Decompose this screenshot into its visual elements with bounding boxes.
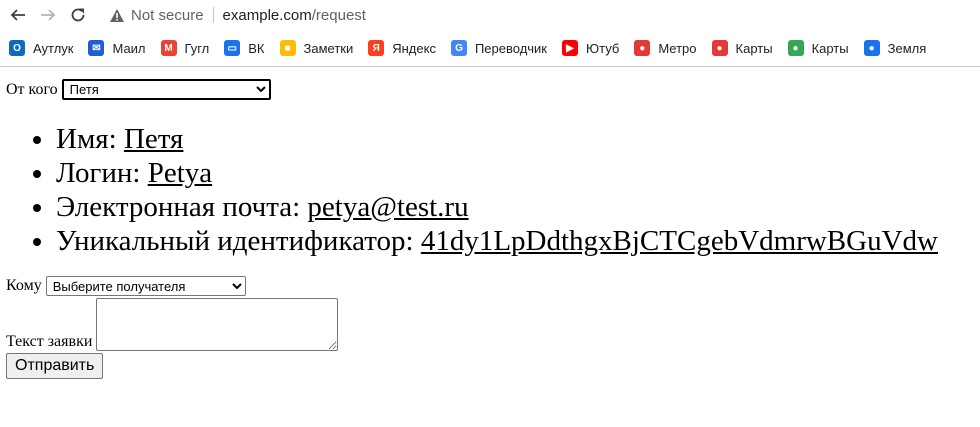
bookmark-label: Заметки (303, 40, 354, 56)
map-pin-icon: ● (711, 40, 728, 56)
user-info-list: Имя: Петя Логин: Petya Электронная почта… (6, 122, 980, 258)
to-label: Кому (6, 277, 42, 294)
gmail-icon: M (160, 40, 177, 56)
earth-icon: ● (863, 40, 880, 56)
security-status-text: Not secure (131, 6, 204, 24)
bookmark-item[interactable]: Я Яндекс (368, 40, 436, 56)
forward-button[interactable] (33, 0, 63, 30)
url-path: /request (311, 6, 366, 24)
bookmark-label: Маил (112, 40, 146, 56)
request-text-field[interactable] (96, 298, 339, 351)
name-label: Имя: (56, 123, 117, 155)
request-page: От кого Петя Имя: Петя Логин: Petya Элек… (0, 79, 980, 379)
forward-arrow-icon (41, 9, 56, 21)
browser-toolbar: Not secure example.com/request (0, 0, 980, 30)
bookmark-item[interactable]: ● Земля (863, 40, 927, 56)
vk-icon: ▭ (224, 40, 241, 56)
to-row: Кому Выберите получателя (6, 276, 980, 296)
bookmark-label: Земля (887, 40, 927, 56)
bookmark-label: ВК (248, 40, 265, 56)
browser-chrome: Not secure example.com/request O Аутлук ✉ М… (0, 0, 980, 67)
bookmark-item[interactable]: ● Карты (787, 40, 849, 56)
address-bar[interactable]: Not secure example.com/request (109, 7, 366, 24)
list-item-email: Электронная почта: petya@test.ru (56, 190, 980, 224)
from-label: От кого (6, 80, 58, 98)
submit-button[interactable]: Отправить (6, 353, 104, 379)
bookmark-label: Карты (811, 40, 849, 56)
outlook-icon: O (9, 40, 25, 56)
bookmark-item[interactable]: ▶ Ютуб (562, 40, 619, 56)
bookmark-label: Яндекс (392, 40, 436, 56)
bookmark-item[interactable]: ✉ Маил (88, 40, 146, 56)
from-select[interactable]: Петя (61, 79, 271, 100)
uid-label: Уникальный идентификатор: (56, 225, 414, 257)
list-item-uid: Уникальный идентификатор: 41dy1LpDdthgxB… (56, 224, 980, 258)
bookmark-label: Гугл (184, 40, 210, 56)
notes-icon: ■ (279, 40, 296, 56)
bookmark-item[interactable]: O Аутлук (9, 40, 73, 56)
text-row: Текст заявки (6, 298, 980, 351)
login-link[interactable]: Petya (148, 157, 212, 189)
bookmarks-bar: O Аутлук ✉ Маил M Гугл ▭ ВК ■ Заметки Я Яндекс G Пере… (0, 30, 980, 66)
bookmark-item[interactable]: M Гугл (160, 40, 210, 56)
text-label: Текст заявки (6, 333, 93, 350)
back-button[interactable] (3, 0, 33, 30)
reload-button[interactable] (63, 0, 93, 30)
mail-icon: ✉ (88, 40, 105, 56)
from-row: От кого Петя (6, 79, 980, 100)
email-link[interactable]: petya@test.ru (307, 191, 468, 223)
bookmark-label: Переводчик (474, 40, 547, 56)
bookmark-item[interactable]: G Переводчик (450, 40, 547, 56)
bookmark-label: Аутлук (33, 40, 74, 56)
google-maps-icon: ● (787, 40, 804, 56)
bookmark-item[interactable]: ■ Заметки (279, 40, 354, 56)
address-separator (212, 7, 214, 23)
login-label: Логин: (56, 157, 141, 189)
list-item-name: Имя: Петя (56, 122, 980, 156)
bookmark-item[interactable]: ● Метро (634, 40, 697, 56)
url-host: example.com (222, 6, 312, 24)
bookmark-label: Ютуб (586, 40, 620, 56)
yandex-icon: Я (368, 40, 385, 56)
bookmark-label: Метро (658, 40, 697, 56)
uid-link[interactable]: 41dy1LpDdthgxBjCTCgebVdmrwBGuVdw (421, 225, 938, 257)
email-label: Электронная почта: (56, 191, 301, 223)
bookmark-label: Карты (735, 40, 773, 56)
metro-pin-icon: ● (634, 40, 651, 56)
list-item-login: Логин: Petya (56, 156, 980, 190)
bookmark-item[interactable]: ▭ ВК (224, 40, 265, 56)
youtube-icon: ▶ (562, 40, 578, 56)
name-link[interactable]: Петя (124, 123, 183, 155)
back-arrow-icon (10, 9, 25, 21)
reload-icon (71, 8, 85, 22)
translate-icon: G (450, 40, 467, 56)
to-select[interactable]: Выберите получателя (45, 276, 246, 296)
warning-triangle-icon (109, 8, 125, 23)
bookmark-item[interactable]: ● Карты (711, 40, 773, 56)
